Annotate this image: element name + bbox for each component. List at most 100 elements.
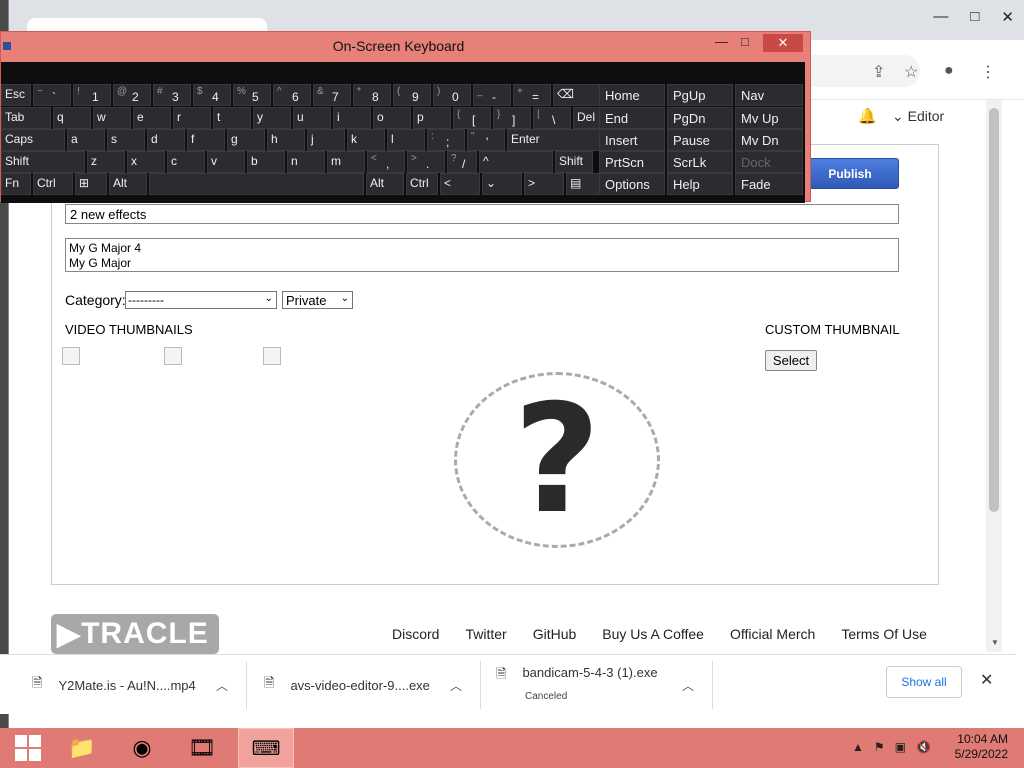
share-icon[interactable]: ⇪ — [872, 62, 885, 82]
keyboard-key[interactable]: ^ — [479, 151, 553, 173]
keyboard-key[interactable]: ? / — [447, 151, 477, 173]
keyboard-key[interactable]: l — [387, 129, 425, 151]
clock[interactable]: 10:04 AM 5/29/2022 — [948, 732, 1008, 762]
keyboard-nav-key[interactable]: Home — [599, 84, 665, 106]
keyboard-key[interactable]: ~ ` — [33, 84, 71, 106]
start-button[interactable] — [0, 728, 56, 768]
footer-link-coffee[interactable]: Buy Us A Coffee — [602, 626, 704, 642]
keyboard-key[interactable]: w — [93, 107, 131, 129]
keyboard-key[interactable]: $4 — [193, 84, 231, 106]
keyboard-key[interactable]: a — [67, 129, 105, 151]
chevron-up-icon[interactable]: ︿ — [216, 677, 228, 694]
chevron-up-icon[interactable]: ︿ — [450, 677, 462, 694]
keyboard-nav-key[interactable]: Mv Dn — [735, 129, 803, 151]
keyboard-key[interactable]: + = — [513, 84, 551, 106]
keyboard-nav-key[interactable]: Dock — [735, 151, 803, 173]
keyboard-nav-key[interactable]: PrtScn — [599, 151, 665, 173]
keyboard-key[interactable] — [149, 173, 364, 195]
keyboard-key[interactable]: Shift — [1, 151, 85, 173]
keyboard-nav-key[interactable]: Mv Up — [735, 107, 803, 129]
maximize-icon[interactable]: □ — [970, 8, 979, 26]
description-textarea[interactable]: My G Major 4 My G Major — [65, 238, 899, 272]
maximize-icon[interactable]: □ — [741, 34, 749, 49]
keyboard-key[interactable]: j — [307, 129, 345, 151]
keyboard-key[interactable]: Fn — [1, 173, 31, 195]
keyboard-key[interactable]: Ctrl — [33, 173, 73, 195]
keyboard-key[interactable]: Tab — [1, 107, 51, 129]
chrome-icon[interactable]: ◉ — [114, 728, 170, 768]
scrollbar-thumb[interactable] — [989, 108, 999, 512]
keyboard-key[interactable]: < — [440, 173, 480, 195]
keyboard-key[interactable]: d — [147, 129, 185, 151]
title-input[interactable]: 2 new effects — [65, 204, 899, 224]
keyboard-nav-key[interactable]: Insert — [599, 129, 665, 151]
keyboard-key[interactable]: x — [127, 151, 165, 173]
select-thumbnail-button[interactable]: Select — [765, 350, 817, 371]
privacy-select[interactable]: Private ⌄ — [282, 291, 353, 309]
keyboard-nav-key[interactable]: Pause — [667, 129, 733, 151]
category-select[interactable]: --------- ⌄ — [125, 291, 277, 309]
keyboard-nav-key[interactable]: PgUp — [667, 84, 733, 106]
menu-icon[interactable]: ⋮ — [980, 62, 996, 82]
keyboard-key[interactable]: ⊞ — [75, 173, 107, 195]
keyboard-key[interactable]: :; — [427, 129, 465, 151]
keyboard-key[interactable]: }] — [493, 107, 531, 129]
keyboard-key[interactable]: ⌄ — [482, 173, 522, 195]
volume-icon[interactable]: 🔇 — [916, 740, 931, 754]
keyboard-nav-key[interactable]: PgDn — [667, 107, 733, 129]
keyboard-key[interactable]: ^ 6 — [273, 84, 311, 106]
keyboard-key[interactable]: * 8 — [353, 84, 391, 106]
keyboard-key[interactable]: b — [247, 151, 285, 173]
keyboard-key[interactable]: e — [133, 107, 171, 129]
footer-link-terms[interactable]: Terms Of Use — [841, 626, 927, 642]
keyboard-nav-key[interactable]: Nav — [735, 84, 803, 106]
keyboard-key[interactable]: p — [413, 107, 451, 129]
show-all-button[interactable]: Show all — [886, 666, 962, 698]
bookmark-star-icon[interactable]: ☆ — [904, 62, 918, 82]
keyboard-key[interactable]: s — [107, 129, 145, 151]
keyboard-nav-key[interactable]: ScrLk — [667, 151, 733, 173]
minimize-icon[interactable]: — — [933, 8, 948, 26]
keyboard-nav-key[interactable]: Fade — [735, 173, 803, 195]
keyboard-key[interactable]: f — [187, 129, 225, 151]
keyboard-key[interactable]: >. — [407, 151, 445, 173]
close-icon[interactable]: ✕ — [980, 670, 993, 690]
keyboard-key[interactable]: Alt — [366, 173, 404, 195]
download-item[interactable]: 🗎 Y2Mate.is - Au!N....mp4 — [32, 655, 196, 715]
keyboard-key[interactable]: Caps — [1, 129, 65, 151]
keyboard-nav-key[interactable]: Options — [599, 173, 665, 195]
video-thumbnail[interactable] — [164, 347, 182, 365]
footer-link-discord[interactable]: Discord — [392, 626, 439, 642]
keyboard-key[interactable]: % 5 — [233, 84, 271, 106]
keyboard-key[interactable]: | \ — [533, 107, 571, 129]
keyboard-nav-key[interactable]: Help — [667, 173, 733, 195]
footer-link-github[interactable]: GitHub — [533, 626, 577, 642]
file-explorer-icon[interactable]: 📁 — [54, 728, 110, 768]
scroll-down-icon[interactable]: ▼ — [991, 638, 999, 647]
keyboard-key[interactable]: & 7 — [313, 84, 351, 106]
close-icon[interactable]: ✕ — [763, 34, 803, 52]
video-thumbnail[interactable] — [263, 347, 281, 365]
keyboard-key[interactable]: v — [207, 151, 245, 173]
keyboard-key[interactable]: o — [373, 107, 411, 129]
address-bar[interactable] — [800, 55, 920, 87]
network-icon[interactable]: ▣ — [895, 740, 906, 754]
keyboard-key[interactable]: h — [267, 129, 305, 151]
minimize-icon[interactable]: — — [715, 34, 728, 49]
keyboard-key[interactable]: @2 — [113, 84, 151, 106]
tracle-logo[interactable]: ▶ TRACLE — [51, 614, 219, 654]
keyboard-key[interactable]: g — [227, 129, 265, 151]
keyboard-key[interactable]: y — [253, 107, 291, 129]
keyboard-key[interactable]: " ' — [467, 129, 505, 151]
video-editor-icon[interactable]: 🎞 — [174, 728, 230, 768]
keyboard-key[interactable]: Esc — [1, 84, 31, 106]
close-icon[interactable]: ✕ — [1001, 8, 1014, 26]
tray-expand-icon[interactable]: ▲ — [852, 740, 864, 754]
keyboard-key[interactable]: (9 — [393, 84, 431, 106]
bell-icon[interactable]: 🔔 — [858, 107, 877, 125]
keyboard-key[interactable]: Enter — [507, 129, 613, 151]
keyboard-key[interactable]: {[ — [453, 107, 491, 129]
keyboard-key[interactable]: Alt — [109, 173, 147, 195]
flag-icon[interactable]: ⚑ — [874, 740, 885, 754]
footer-link-twitter[interactable]: Twitter — [465, 626, 506, 642]
